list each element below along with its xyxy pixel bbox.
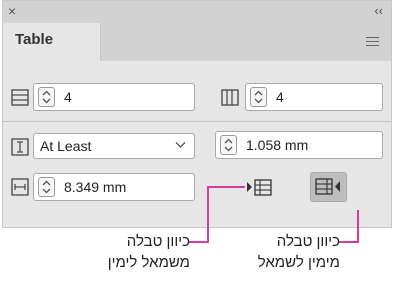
table-panel: × ‹‹ Table 4 4 At Least 1.058 mm 8.349 m… <box>2 0 392 228</box>
up-down-stepper-icon[interactable] <box>220 135 237 155</box>
columns-value: 4 <box>276 89 284 105</box>
panel-titlebar: × ‹‹ <box>3 1 391 23</box>
callout-rtl: כיוון טבלה מימין לשמאל <box>232 231 340 273</box>
column-width-field[interactable]: 8.349 mm <box>33 173 195 201</box>
table-direction-ltr-button[interactable] <box>244 173 281 203</box>
chevron-down-icon <box>175 142 186 148</box>
callout-ltr: כיוון טבלה משמאל לימין <box>82 231 190 273</box>
leader-line-rtl <box>357 210 359 242</box>
close-icon[interactable]: × <box>8 3 16 19</box>
leader-line-rtl <box>339 241 359 243</box>
leader-line-ltr <box>207 186 209 242</box>
column-width-icon <box>11 178 29 196</box>
table-direction-left-to-right-icon <box>247 179 272 196</box>
row-height-mode-value: At Least <box>40 138 92 154</box>
up-down-stepper-icon[interactable] <box>250 87 267 107</box>
callout-ltr-line2: משמאל לימין <box>107 254 190 271</box>
columns-field[interactable]: 4 <box>245 83 383 111</box>
up-down-stepper-icon[interactable] <box>38 177 55 197</box>
callout-ltr-line1: כיוון טבלה <box>126 233 190 250</box>
leader-line-ltr <box>207 186 245 188</box>
up-down-stepper-icon[interactable] <box>38 87 55 107</box>
row-height-field[interactable]: 1.058 mm <box>215 131 383 159</box>
callout-rtl-line2: מימין לשמאל <box>257 254 340 271</box>
table-rows-icon <box>11 89 29 106</box>
row-height-mode-select[interactable]: At Least <box>33 133 195 159</box>
table-columns-icon <box>221 89 239 106</box>
panel-menu-icon[interactable] <box>366 37 379 49</box>
table-direction-right-to-left-icon <box>315 178 340 195</box>
row-height-icon <box>11 138 29 156</box>
tab-table[interactable]: Table <box>3 23 101 61</box>
panel-tab-row: Table <box>3 23 391 61</box>
leader-line-ltr <box>189 241 209 243</box>
body-rows-field[interactable]: 4 <box>33 83 195 111</box>
column-width-value: 8.349 mm <box>64 179 127 195</box>
callout-rtl-line1: כיוון טבלה <box>276 233 340 250</box>
row-height-value: 1.058 mm <box>246 137 309 153</box>
divider <box>3 121 391 122</box>
body-rows-value: 4 <box>64 89 72 105</box>
collapse-panel-icon[interactable]: ‹‹ <box>374 3 383 19</box>
table-direction-rtl-button[interactable] <box>310 172 347 202</box>
tab-label: Table <box>15 31 54 48</box>
